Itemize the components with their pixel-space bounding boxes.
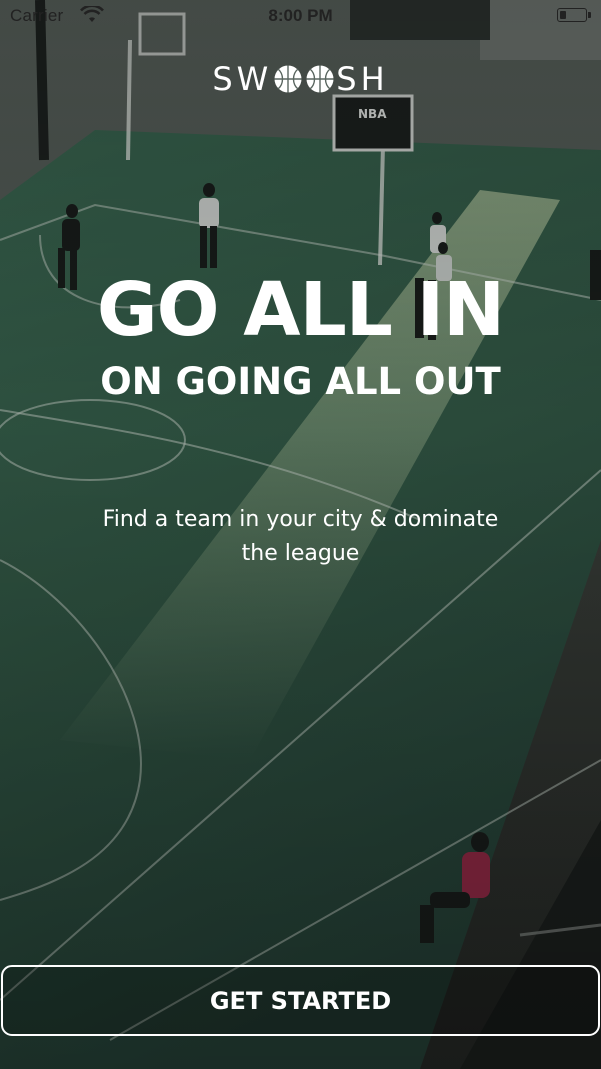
battery-icon <box>557 8 591 22</box>
welcome-screen: NBA <box>0 0 601 1069</box>
logo-text-prefix: SW <box>212 60 273 98</box>
app-logo: SW SH <box>0 60 601 98</box>
logo-text-suffix: SH <box>336 60 389 98</box>
headline: GO ALL IN <box>96 267 505 353</box>
basketball-icon <box>306 65 334 93</box>
clock: 8:00 PM <box>268 6 333 25</box>
subheadline: ON GOING ALL OUT <box>100 360 501 403</box>
basketball-icon <box>274 65 302 93</box>
tagline: Find a team in your city & dominate the … <box>102 507 499 566</box>
status-bar: Carrier 8:00 PM <box>0 0 601 34</box>
get-started-button[interactable]: GET STARTED <box>1 965 600 1036</box>
